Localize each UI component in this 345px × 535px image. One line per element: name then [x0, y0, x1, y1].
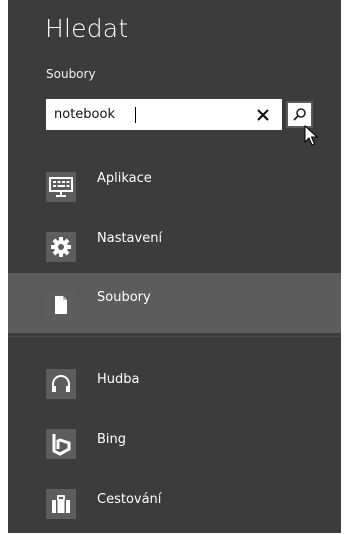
app-label: Hudba	[97, 372, 140, 387]
app-item-soubory[interactable]: Soubory	[8, 273, 341, 333]
search-title: Hledat	[45, 14, 129, 43]
suitcase-icon	[52, 495, 70, 513]
app-item-hudba[interactable]: Hudba	[8, 352, 341, 412]
app-tile	[46, 429, 76, 459]
search-box	[46, 99, 313, 130]
app-label: Nastavení	[97, 231, 163, 246]
app-tile	[46, 369, 76, 399]
text-caret	[135, 107, 136, 123]
search-icon	[293, 108, 306, 121]
headphones-icon	[52, 375, 70, 392]
app-tile	[46, 489, 76, 519]
app-tile	[46, 290, 76, 320]
app-label: Soubory	[97, 290, 151, 305]
keyboard-icon	[49, 177, 73, 197]
app-tile	[46, 172, 76, 202]
app-item-aplikace[interactable]: Aplikace	[8, 155, 341, 215]
search-pane: Hledat Soubory notebook Aplikace Nastave…	[8, 0, 341, 533]
app-tile	[46, 232, 76, 262]
list-divider	[8, 336, 341, 337]
app-label: Aplikace	[97, 171, 152, 186]
app-label: Bing	[97, 432, 127, 447]
mouse-pointer-icon	[304, 125, 318, 146]
app-label: Cestování	[97, 492, 162, 507]
app-item-nastaveni[interactable]: Nastavení	[8, 215, 341, 275]
search-submit-button[interactable]	[286, 101, 313, 128]
clear-button[interactable]	[252, 99, 274, 130]
bing-icon	[52, 434, 71, 456]
app-item-cestovani[interactable]: Cestování	[8, 472, 341, 532]
gear-icon	[51, 237, 71, 257]
search-input[interactable]	[46, 99, 246, 130]
app-item-bing[interactable]: Bing	[8, 412, 341, 472]
close-icon	[257, 108, 269, 121]
search-scope-label: Soubory	[46, 67, 96, 81]
document-icon	[55, 296, 67, 314]
